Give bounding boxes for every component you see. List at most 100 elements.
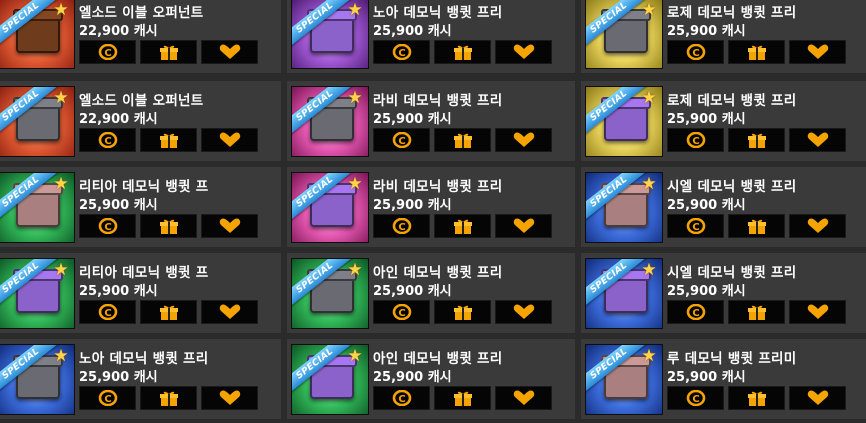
buy-button[interactable]: C: [79, 214, 136, 238]
wishlist-button[interactable]: [495, 40, 552, 64]
wishlist-button[interactable]: [495, 128, 552, 152]
product-card[interactable]: ★ SPECIAL 엘소드 이블 오퍼넌트 22,900 캐시 C: [0, 80, 282, 162]
buy-button[interactable]: C: [373, 214, 430, 238]
product-thumbnail[interactable]: ★ SPECIAL: [585, 172, 663, 243]
product-thumbnail[interactable]: ★ SPECIAL: [0, 0, 75, 69]
wishlist-button[interactable]: [201, 214, 258, 238]
buy-button[interactable]: C: [79, 300, 136, 324]
buy-button[interactable]: C: [667, 128, 724, 152]
gift-button[interactable]: [140, 128, 197, 152]
product-card[interactable]: ★ SPECIAL 노아 데모닉 뱅큇 프리 25,900 캐시 C: [0, 338, 282, 420]
gift-button[interactable]: [140, 40, 197, 64]
wishlist-button[interactable]: [201, 40, 258, 64]
buy-button[interactable]: C: [373, 40, 430, 64]
gift-icon: [453, 219, 472, 234]
gift-icon: [159, 45, 178, 60]
product-card[interactable]: ★ SPECIAL 아인 데모닉 뱅큇 프리 25,900 캐시 C: [286, 252, 576, 334]
wishlist-button[interactable]: [789, 386, 846, 410]
product-name[interactable]: 시엘 데모닉 뱅큇 프리: [667, 175, 866, 195]
product-name[interactable]: 리티아 데모닉 뱅큇 프: [79, 175, 279, 195]
product-card[interactable]: ★ SPECIAL 리티아 데모닉 뱅큇 프 25,900 캐시 C: [0, 166, 282, 248]
product-thumbnail[interactable]: ★ SPECIAL: [0, 172, 75, 243]
product-thumbnail[interactable]: ★ SPECIAL: [291, 172, 369, 243]
gift-button[interactable]: [728, 40, 785, 64]
product-card[interactable]: ★ SPECIAL 루 데모닉 뱅큇 프리미 25,900 캐시 C: [580, 338, 866, 420]
buy-button[interactable]: C: [667, 300, 724, 324]
gift-button[interactable]: [434, 214, 491, 238]
gift-icon: [453, 45, 472, 60]
buy-button[interactable]: C: [667, 386, 724, 410]
star-badge-icon: ★: [347, 260, 363, 280]
product-name[interactable]: 노아 데모닉 뱅큇 프리: [79, 347, 279, 367]
product-name[interactable]: 로제 데모닉 뱅큇 프리: [667, 1, 866, 21]
buy-button[interactable]: C: [373, 300, 430, 324]
buy-button[interactable]: C: [79, 128, 136, 152]
product-name[interactable]: 엘소드 이블 오퍼넌트: [79, 1, 279, 21]
product-card[interactable]: ★ SPECIAL 라비 데모닉 뱅큇 프리 25,900 캐시 C: [286, 80, 576, 162]
wishlist-button[interactable]: [495, 386, 552, 410]
wishlist-button[interactable]: [201, 386, 258, 410]
gift-button[interactable]: [728, 128, 785, 152]
product-thumbnail[interactable]: ★ SPECIAL: [585, 0, 663, 69]
gift-button[interactable]: [140, 386, 197, 410]
buy-button[interactable]: C: [79, 386, 136, 410]
wishlist-button[interactable]: [495, 214, 552, 238]
gift-button[interactable]: [140, 300, 197, 324]
product-name[interactable]: 라비 데모닉 뱅큇 프리: [373, 89, 573, 109]
product-name[interactable]: 라비 데모닉 뱅큇 프리: [373, 175, 573, 195]
star-badge-icon: ★: [53, 0, 69, 20]
product-name[interactable]: 로제 데모닉 뱅큇 프리: [667, 89, 866, 109]
product-thumbnail[interactable]: ★ SPECIAL: [0, 86, 75, 157]
product-thumbnail[interactable]: ★ SPECIAL: [585, 258, 663, 329]
buy-button[interactable]: C: [373, 386, 430, 410]
gift-button[interactable]: [434, 386, 491, 410]
gift-button[interactable]: [140, 214, 197, 238]
gift-icon: [159, 133, 178, 148]
product-card[interactable]: ★ SPECIAL 라비 데모닉 뱅큇 프리 25,900 캐시 C: [286, 166, 576, 248]
buy-button[interactable]: C: [667, 40, 724, 64]
product-price: 25,900 캐시: [667, 24, 746, 39]
action-buttons: C: [79, 128, 258, 152]
product-name[interactable]: 시엘 데모닉 뱅큇 프리: [667, 261, 866, 281]
buy-button[interactable]: C: [667, 214, 724, 238]
wishlist-button[interactable]: [495, 300, 552, 324]
product-name[interactable]: 리티아 데모닉 뱅큇 프: [79, 261, 279, 281]
wishlist-button[interactable]: [789, 40, 846, 64]
product-name[interactable]: 엘소드 이블 오퍼넌트: [79, 89, 279, 109]
product-card[interactable]: ★ SPECIAL 로제 데모닉 뱅큇 프리 25,900 캐시 C: [580, 80, 866, 162]
star-badge-icon: ★: [53, 260, 69, 280]
product-thumbnail[interactable]: ★ SPECIAL: [291, 0, 369, 69]
product-card[interactable]: ★ SPECIAL 노아 데모닉 뱅큇 프리 25,900 캐시 C: [286, 0, 576, 74]
product-thumbnail[interactable]: ★ SPECIAL: [291, 344, 369, 415]
product-thumbnail[interactable]: ★ SPECIAL: [291, 86, 369, 157]
product-card[interactable]: ★ SPECIAL 시엘 데모닉 뱅큇 프리 25,900 캐시 C: [580, 166, 866, 248]
product-card[interactable]: ★ SPECIAL 리티아 데모닉 뱅큇 프 25,900 캐시 C: [0, 252, 282, 334]
product-thumbnail[interactable]: ★ SPECIAL: [291, 258, 369, 329]
gift-button[interactable]: [434, 128, 491, 152]
product-card[interactable]: ★ SPECIAL 아인 데모닉 뱅큇 프리 25,900 캐시 C: [286, 338, 576, 420]
product-thumbnail[interactable]: ★ SPECIAL: [585, 344, 663, 415]
gift-button[interactable]: [434, 40, 491, 64]
product-thumbnail[interactable]: ★ SPECIAL: [585, 86, 663, 157]
wishlist-button[interactable]: [201, 300, 258, 324]
wishlist-button[interactable]: [789, 300, 846, 324]
product-name[interactable]: 노아 데모닉 뱅큇 프리: [373, 1, 573, 21]
product-card[interactable]: ★ SPECIAL 엘소드 이블 오퍼넌트 22,900 캐시 C: [0, 0, 282, 74]
coin-icon: C: [686, 390, 705, 406]
product-card[interactable]: ★ SPECIAL 로제 데모닉 뱅큇 프리 25,900 캐시 C: [580, 0, 866, 74]
buy-button[interactable]: C: [79, 40, 136, 64]
product-name[interactable]: 루 데모닉 뱅큇 프리미: [667, 347, 866, 367]
buy-button[interactable]: C: [373, 128, 430, 152]
wishlist-button[interactable]: [789, 214, 846, 238]
product-thumbnail[interactable]: ★ SPECIAL: [0, 344, 75, 415]
wishlist-button[interactable]: [789, 128, 846, 152]
product-name[interactable]: 아인 데모닉 뱅큇 프리: [373, 261, 573, 281]
product-thumbnail[interactable]: ★ SPECIAL: [0, 258, 75, 329]
product-card[interactable]: ★ SPECIAL 시엘 데모닉 뱅큇 프리 25,900 캐시 C: [580, 252, 866, 334]
gift-button[interactable]: [728, 386, 785, 410]
wishlist-button[interactable]: [201, 128, 258, 152]
product-name[interactable]: 아인 데모닉 뱅큇 프리: [373, 347, 573, 367]
gift-button[interactable]: [728, 300, 785, 324]
gift-button[interactable]: [434, 300, 491, 324]
gift-button[interactable]: [728, 214, 785, 238]
